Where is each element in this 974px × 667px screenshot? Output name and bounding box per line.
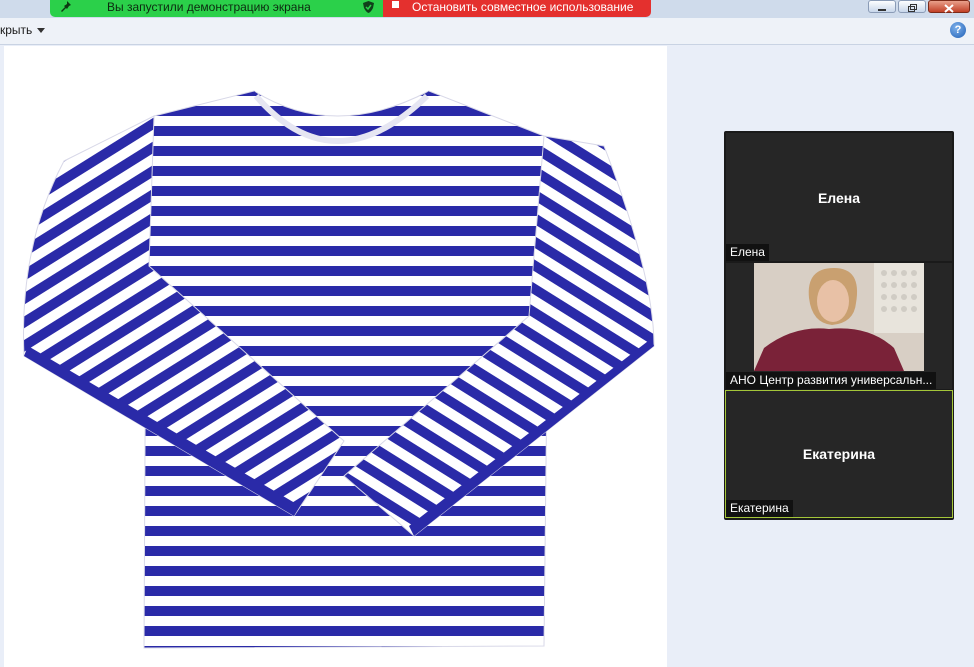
chevron-down-icon[interactable] [37, 28, 45, 33]
stop-sharing-button[interactable]: Остановить совместное использование [383, 0, 651, 17]
stop-square-icon [392, 1, 399, 8]
participant-name-tag: Екатерина [726, 500, 793, 517]
help-icon[interactable]: ? [950, 22, 966, 38]
participant-display-name: Елена [817, 190, 861, 206]
minimize-button[interactable] [868, 0, 896, 13]
participant-display-name: Екатерина [802, 446, 876, 462]
restore-button[interactable] [898, 0, 926, 13]
striped-shirt-image [23, 90, 655, 649]
window-controls [868, 0, 970, 14]
participant-name-tag: АНО Центр развития универсальн... [726, 372, 937, 389]
view-menu-label[interactable]: крыть [0, 23, 32, 37]
participant-tile[interactable]: Елена Елена [726, 133, 952, 261]
shield-check-icon [363, 1, 374, 17]
shared-screen-content [4, 46, 667, 667]
viewer-toolbar: крыть ? [0, 18, 974, 45]
participant-video [754, 263, 924, 371]
screen-share-bar: Вы запустили демонстрацию экрана Останов… [0, 0, 974, 18]
participant-tile-active-speaker[interactable]: Екатерина Екатерина [725, 390, 953, 518]
participant-tile[interactable]: АНО Центр развития универсальн... [726, 263, 952, 389]
sharing-status[interactable]: Вы запустили демонстрацию экрана [50, 0, 383, 17]
participants-panel: Елена Елена АНО Центр развития универсал… [724, 131, 954, 520]
stop-sharing-label: Остановить совместное использование [412, 0, 634, 14]
participant-name-tag: Елена [726, 244, 769, 261]
sharing-status-text: Вы запустили демонстрацию экрана [107, 0, 311, 14]
close-button[interactable] [928, 0, 970, 13]
pin-icon[interactable] [61, 1, 71, 17]
